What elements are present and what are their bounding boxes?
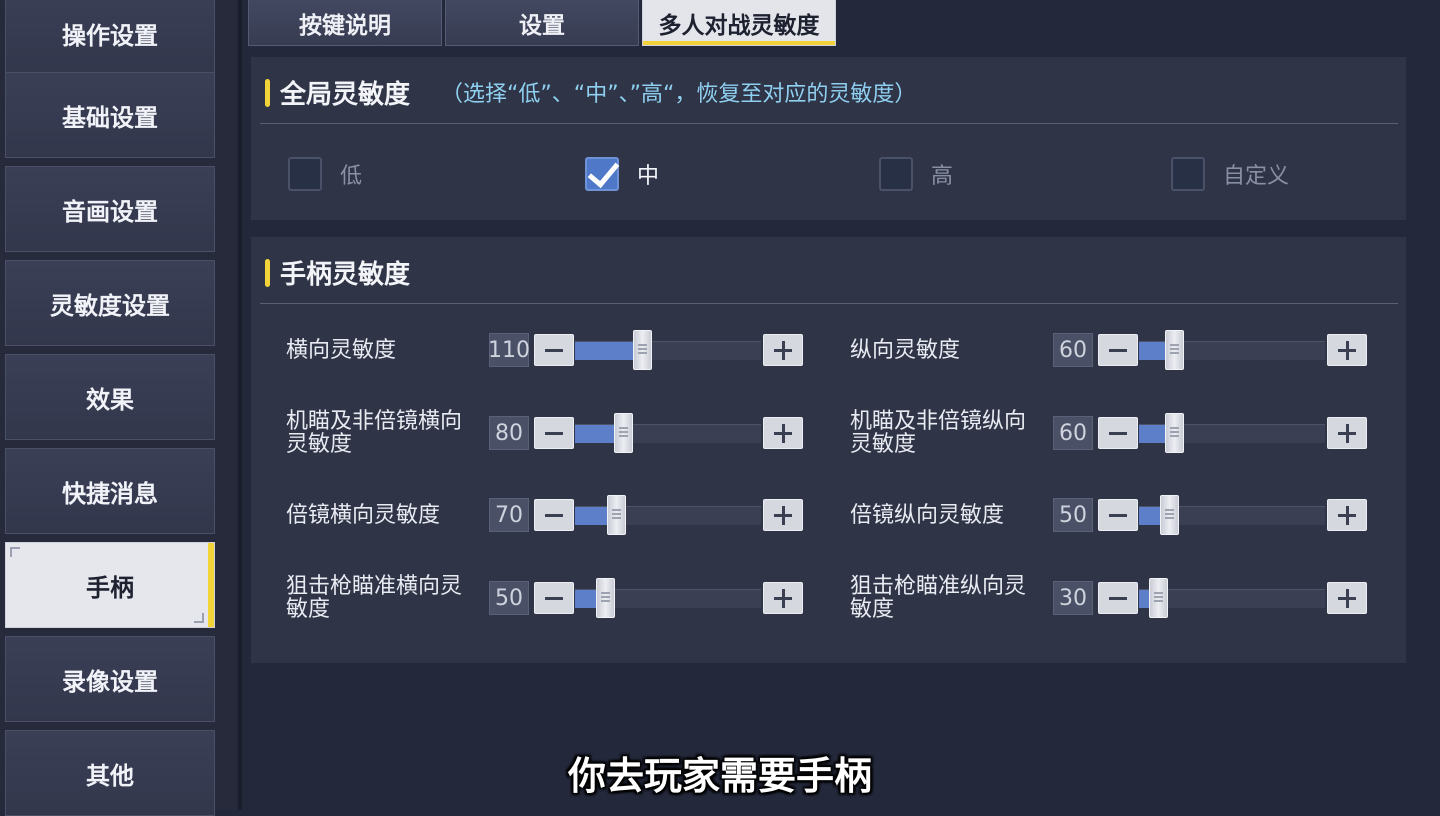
- slider-track[interactable]: [575, 495, 761, 535]
- slider-thumb[interactable]: [595, 578, 615, 618]
- tab-multiplayer-sensitivity[interactable]: 多人对战灵敏度: [642, 0, 836, 46]
- increase-button[interactable]: [1327, 582, 1367, 614]
- slider-label: 机瞄及非倍镜纵向灵敏度: [850, 409, 1027, 457]
- slider-thumb[interactable]: [1159, 495, 1179, 535]
- decrease-button[interactable]: [1098, 499, 1138, 531]
- accent-bar: [265, 258, 270, 287]
- slider-value: 50: [489, 581, 529, 615]
- video-subtitle: 你去玩家需要手柄: [567, 754, 872, 798]
- slider-thumb[interactable]: [614, 413, 634, 453]
- global-sensitivity-title: 全局灵敏度: [280, 80, 411, 110]
- sidebar-item-audio-video-settings[interactable]: 音画设置: [5, 166, 215, 252]
- option-label: 高: [931, 164, 954, 189]
- sidebar-item-label: 快捷消息: [62, 479, 158, 508]
- sidebar-item-label: 灵敏度设置: [50, 291, 170, 320]
- increase-button[interactable]: [763, 417, 803, 449]
- option-label: 自定义: [1223, 164, 1290, 189]
- slider-value: 80: [489, 416, 529, 450]
- option-custom[interactable]: 自定义: [1171, 157, 1289, 191]
- sidebar-item-recording-settings[interactable]: 录像设置: [5, 636, 215, 722]
- sidebar-item-label: 录像设置: [62, 667, 158, 696]
- slider-value: 30: [1053, 581, 1093, 615]
- tab-label: 按键说明: [299, 12, 391, 39]
- slider-value: 110: [488, 333, 530, 367]
- sidebar: 操作设置 基础设置 音画设置 灵敏度设置 效果 快捷消息 手柄 录像设置 其他: [0, 0, 236, 816]
- sidebar-item-label: 手柄: [86, 573, 134, 602]
- increase-button[interactable]: [763, 499, 803, 531]
- decrease-button[interactable]: [534, 582, 574, 614]
- sidebar-item-quick-messages[interactable]: 快捷消息: [5, 448, 215, 534]
- increase-button[interactable]: [1327, 334, 1367, 366]
- divider: [260, 123, 1398, 124]
- global-sensitivity-panel: 全局灵敏度 （选择“低”、“中”、”高“，恢复至对应的灵敏度） 低 中 高 自定…: [251, 57, 1406, 220]
- tab-key-guide[interactable]: 按键说明: [248, 0, 442, 46]
- slider-thumb[interactable]: [1165, 330, 1185, 370]
- slider-track[interactable]: [1139, 495, 1325, 535]
- sidebar-item-controller[interactable]: 手柄: [5, 542, 215, 628]
- sidebar-divider: [238, 0, 242, 810]
- sidebar-item-effects[interactable]: 效果: [5, 354, 215, 440]
- increase-button[interactable]: [1327, 499, 1367, 531]
- sidebar-item-operation-settings[interactable]: 操作设置: [5, 0, 215, 76]
- sidebar-item-basic-settings[interactable]: 基础设置: [5, 72, 215, 158]
- slider-label: 狙击枪瞄准横向灵敏度: [286, 574, 463, 622]
- slider-track[interactable]: [575, 330, 761, 370]
- decrease-button[interactable]: [1098, 582, 1138, 614]
- checkbox-medium-checked[interactable]: [585, 157, 619, 191]
- sidebar-item-label: 基础设置: [62, 103, 158, 132]
- slider-fill: [575, 342, 642, 360]
- checkbox-high[interactable]: [879, 157, 913, 191]
- increase-button[interactable]: [763, 582, 803, 614]
- checkbox-low[interactable]: [288, 157, 322, 191]
- slider-label: 机瞄及非倍镜横向灵敏度: [286, 409, 463, 457]
- slider-label: 狙击枪瞄准纵向灵敏度: [850, 574, 1027, 622]
- checkbox-custom[interactable]: [1171, 157, 1205, 191]
- section-title: 全局灵敏度: [265, 74, 410, 111]
- slider-track[interactable]: [1139, 578, 1325, 618]
- slider-label: 倍镜横向灵敏度: [286, 502, 441, 528]
- section-title: 手柄灵敏度: [265, 254, 410, 291]
- tab-settings[interactable]: 设置: [445, 0, 639, 46]
- sidebar-item-sensitivity-settings[interactable]: 灵敏度设置: [5, 260, 215, 346]
- slider-thumb[interactable]: [1165, 413, 1185, 453]
- slider-thumb[interactable]: [606, 495, 626, 535]
- controller-sensitivity-panel: 手柄灵敏度 横向灵敏度 110 机瞄及非倍镜横向灵敏度 80 倍镜横向灵敏度 7…: [251, 237, 1406, 663]
- slider-thumb[interactable]: [632, 330, 652, 370]
- slider-value: 70: [489, 498, 529, 532]
- increase-button[interactable]: [1327, 417, 1367, 449]
- slider-value: 60: [1053, 416, 1093, 450]
- slider-track[interactable]: [1139, 330, 1325, 370]
- slider-value: 60: [1053, 333, 1093, 367]
- option-medium[interactable]: 中: [585, 157, 659, 191]
- option-label: 低: [340, 164, 363, 189]
- tab-label: 设置: [519, 12, 565, 39]
- slider-thumb[interactable]: [1148, 578, 1168, 618]
- option-high[interactable]: 高: [879, 157, 953, 191]
- slider-track[interactable]: [1139, 413, 1325, 453]
- sidebar-item-label: 音画设置: [62, 197, 158, 226]
- slider-label: 横向灵敏度: [286, 337, 397, 363]
- decrease-button[interactable]: [534, 499, 574, 531]
- option-low[interactable]: 低: [288, 157, 362, 191]
- divider: [260, 303, 1398, 304]
- sidebar-item-label: 效果: [86, 385, 134, 414]
- increase-button[interactable]: [763, 334, 803, 366]
- accent-bar: [265, 78, 270, 107]
- option-label: 中: [637, 164, 660, 189]
- decrease-button[interactable]: [534, 334, 574, 366]
- global-sensitivity-hint: （选择“低”、“中”、”高“，恢复至对应的灵敏度）: [441, 82, 917, 107]
- slider-label: 倍镜纵向灵敏度: [850, 502, 1005, 528]
- slider-label: 纵向灵敏度: [850, 337, 961, 363]
- decrease-button[interactable]: [1098, 334, 1138, 366]
- controller-sensitivity-title: 手柄灵敏度: [280, 260, 411, 290]
- slider-track[interactable]: [575, 578, 761, 618]
- tab-label: 多人对战灵敏度: [658, 12, 820, 39]
- decrease-button[interactable]: [534, 417, 574, 449]
- slider-track[interactable]: [575, 413, 761, 453]
- slider-value: 50: [1053, 498, 1093, 532]
- decrease-button[interactable]: [1098, 417, 1138, 449]
- sidebar-item-label: 操作设置: [62, 21, 158, 50]
